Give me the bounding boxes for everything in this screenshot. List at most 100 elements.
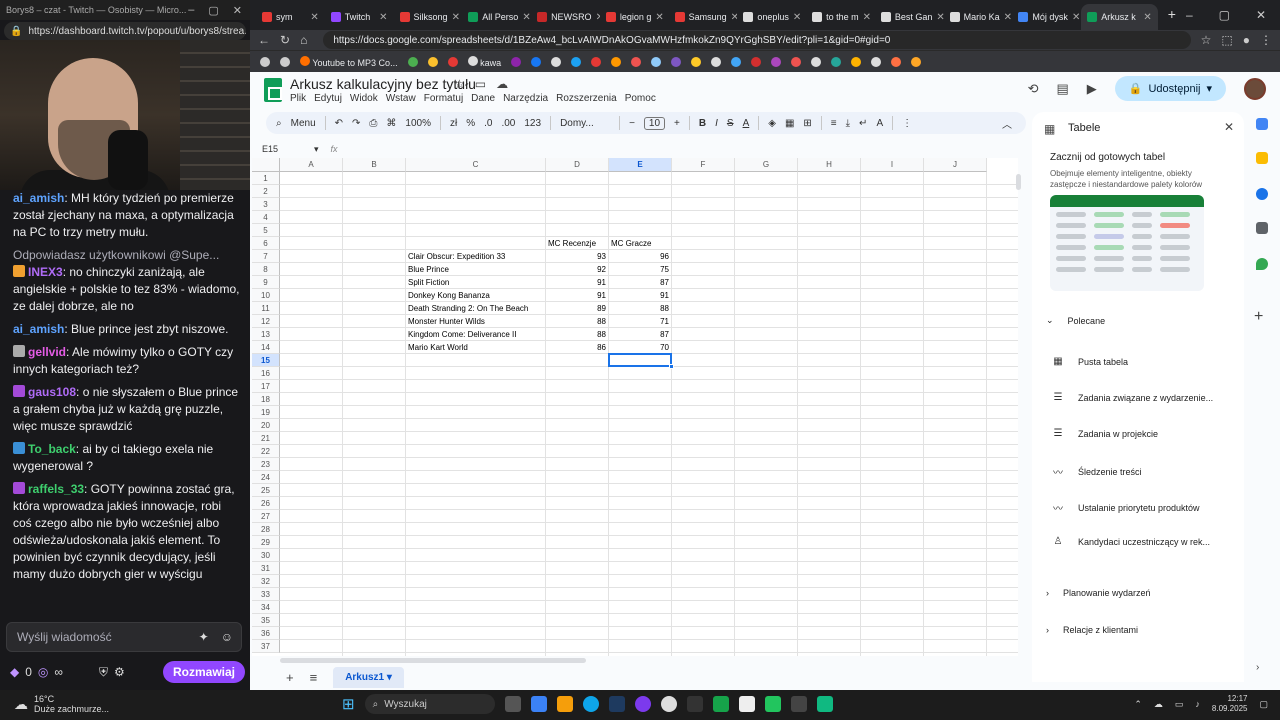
keep-icon[interactable]: [1256, 152, 1268, 164]
minimize-icon[interactable]: –: [1186, 8, 1193, 22]
browser-tab[interactable]: All Perso ✕: [462, 4, 531, 30]
row-header[interactable]: 37: [252, 640, 280, 653]
search-icon[interactable]: ⌕: [276, 118, 282, 129]
row-header[interactable]: 23: [252, 458, 280, 471]
column-header[interactable]: E: [609, 158, 672, 172]
file-explorer-icon[interactable]: [556, 696, 573, 712]
panel-item-candidates[interactable]: ♙ Kandydaci uczestniczący w rek...: [1052, 536, 1211, 547]
close-icon[interactable]: ✕: [233, 4, 242, 17]
profile-icon[interactable]: ●: [1243, 33, 1250, 47]
cell-header-critics[interactable]: MC Recenzje: [546, 237, 608, 250]
panel-item-project-tasks[interactable]: ☰ Zadania w projekcie: [1052, 428, 1159, 439]
contacts-icon[interactable]: [1256, 222, 1268, 234]
browser-tab[interactable]: legion g ✕: [600, 4, 669, 30]
menu-item[interactable]: Plik: [290, 93, 306, 104]
cloud-icon[interactable]: ☁: [496, 77, 508, 91]
weather-widget[interactable]: ☁ 16°C Duże zachmurze...: [14, 694, 109, 714]
row-header[interactable]: 1: [252, 172, 280, 185]
row-header[interactable]: 8: [252, 263, 280, 276]
close-tab-icon[interactable]: ✕: [863, 12, 871, 23]
browser-tab[interactable]: Best Gan ✕: [875, 4, 944, 30]
bold-icon[interactable]: B: [699, 118, 706, 129]
app-icon[interactable]: [816, 696, 833, 712]
app-icon[interactable]: [790, 696, 807, 712]
percent-button[interactable]: %: [466, 118, 475, 129]
merge-cells-icon[interactable]: ⊞: [803, 118, 811, 129]
cell-critic-score[interactable]: 91: [546, 289, 608, 302]
row-header[interactable]: 4: [252, 211, 280, 224]
cell-user-score[interactable]: 87: [609, 328, 671, 341]
gear-icon[interactable]: ⚙: [114, 665, 125, 679]
cell-game-title[interactable]: Monster Hunter Wilds: [406, 315, 545, 328]
cell-user-score[interactable]: 96: [609, 250, 671, 263]
cell-user-score[interactable]: 71: [609, 315, 671, 328]
zoom-select[interactable]: 100%: [405, 118, 431, 129]
menu-item[interactable]: Pomoc: [625, 93, 656, 104]
close-tab-icon[interactable]: ✕: [522, 12, 530, 23]
close-tab-icon[interactable]: ✕: [793, 12, 801, 23]
cell-critic-score[interactable]: 88: [546, 328, 608, 341]
all-sheets-icon[interactable]: ≡: [310, 670, 318, 685]
cell-critic-score[interactable]: 91: [546, 276, 608, 289]
number-format-button[interactable]: 123: [524, 118, 541, 129]
browser-tab[interactable]: NEWSRO ✕: [531, 4, 600, 30]
menu-icon[interactable]: ⋮: [1260, 33, 1272, 47]
calendar-icon[interactable]: [1256, 118, 1268, 130]
cell-game-title[interactable]: Clair Obscur: Expedition 33: [406, 250, 545, 263]
close-tab-icon[interactable]: ✕: [452, 12, 460, 23]
row-header[interactable]: 19: [252, 406, 280, 419]
tasks-icon[interactable]: [1256, 188, 1268, 200]
row-header[interactable]: 16: [252, 367, 280, 380]
vertical-align-icon[interactable]: ⤓: [846, 118, 850, 129]
paint-format-icon[interactable]: ⌘: [386, 118, 396, 129]
chat-username[interactable]: To_back: [28, 442, 76, 456]
selected-cell[interactable]: [608, 353, 672, 367]
app-icon[interactable]: [764, 696, 781, 712]
cell-user-score[interactable]: 91: [609, 289, 671, 302]
panel-item-event-tasks[interactable]: ☰ Zadania związane z wydarzenie...: [1052, 392, 1214, 403]
close-icon[interactable]: ✕: [1224, 120, 1234, 134]
row-header[interactable]: 27: [252, 510, 280, 523]
menu-item[interactable]: Wstaw: [386, 93, 416, 104]
browser-tab[interactable]: Samsung ✕: [669, 4, 737, 30]
row-header[interactable]: 9: [252, 276, 280, 289]
taskbar-search[interactable]: ⌕ Wyszukaj: [364, 694, 495, 714]
currency-button[interactable]: zł: [450, 118, 457, 129]
row-header[interactable]: 34: [252, 601, 280, 614]
bookmark-yt[interactable]: Youtube to MP3 Co...: [300, 55, 398, 68]
section-event-planning[interactable]: › Planowanie wydarzeń: [1046, 588, 1151, 598]
star-icon[interactable]: ☆: [454, 77, 465, 91]
close-tab-icon[interactable]: ✕: [655, 12, 663, 23]
row-header[interactable]: 6: [252, 237, 280, 250]
points-icon[interactable]: ◆: [10, 665, 19, 679]
panel-item-product-priority[interactable]: 〰 Ustalanie priorytetu produktów: [1052, 500, 1200, 516]
increase-decimal-button[interactable]: .00: [501, 118, 515, 129]
table-preview-image[interactable]: [1050, 195, 1204, 291]
history-icon[interactable]: ⟲: [1028, 81, 1039, 97]
column-header[interactable]: D: [546, 158, 609, 172]
steam-icon[interactable]: [608, 696, 625, 712]
xbox-icon[interactable]: [712, 696, 729, 712]
row-header[interactable]: 21: [252, 432, 280, 445]
row-header[interactable]: 31: [252, 562, 280, 575]
chevron-up-icon[interactable]: ⌃: [1134, 699, 1142, 710]
row-header[interactable]: 26: [252, 497, 280, 510]
cell-user-score[interactable]: 75: [609, 263, 671, 276]
font-size-input[interactable]: 10: [643, 116, 666, 130]
formula-input[interactable]: [338, 142, 1030, 156]
row-header[interactable]: 33: [252, 588, 280, 601]
font-size-increase-icon[interactable]: +: [674, 118, 680, 129]
font-size-decrease-icon[interactable]: −: [629, 118, 635, 129]
menu-search[interactable]: Menu: [291, 118, 316, 129]
close-icon[interactable]: ✕: [1256, 8, 1266, 22]
borders-icon[interactable]: ▦: [785, 118, 794, 129]
avatar[interactable]: [1244, 77, 1266, 100]
row-header[interactable]: 2: [252, 185, 280, 198]
horizontal-scrollbar[interactable]: [280, 658, 586, 663]
meet-icon[interactable]: ▶: [1087, 81, 1097, 97]
cell-header-users[interactable]: MC Gracze: [609, 237, 671, 250]
italic-icon[interactable]: I: [715, 118, 718, 129]
bookmark-icon[interactable]: [280, 56, 290, 67]
address-bar[interactable]: https://docs.google.com/spreadsheets/d/1…: [323, 31, 1191, 49]
column-header[interactable]: F: [672, 158, 735, 172]
